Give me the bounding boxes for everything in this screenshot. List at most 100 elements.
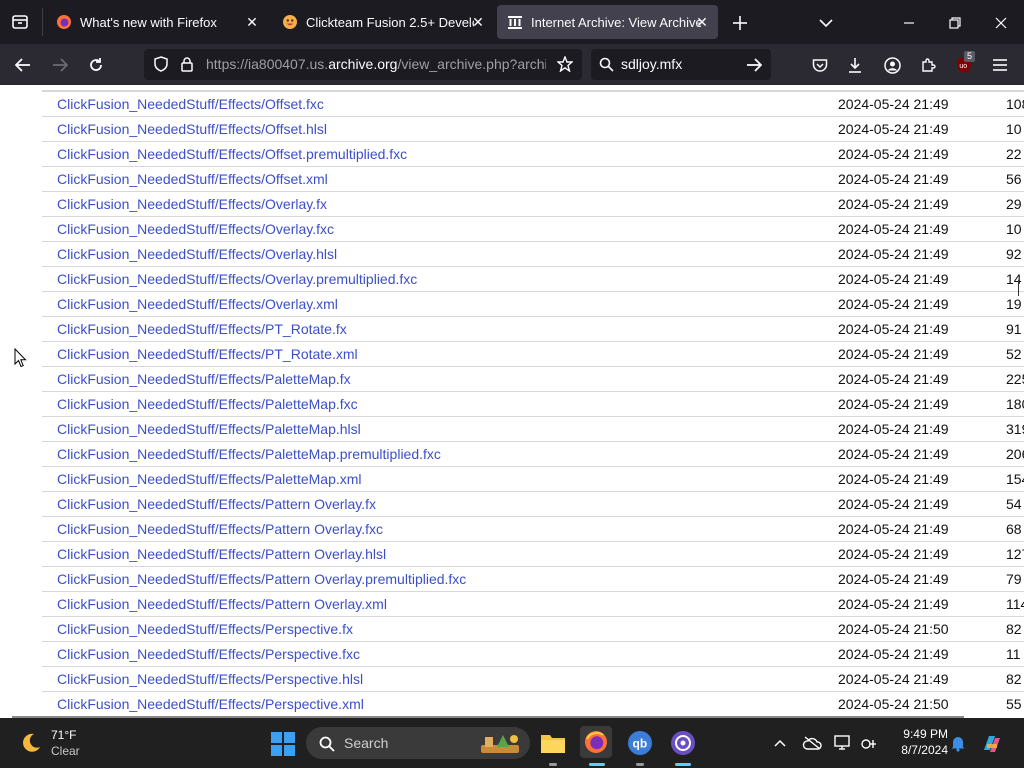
file-link[interactable]: ClickFusion_NeededStuff/Effects/Pattern … <box>57 546 386 562</box>
file-link[interactable]: ClickFusion_NeededStuff/Effects/Offset.h… <box>57 121 327 137</box>
account-button[interactable] <box>879 52 905 78</box>
close-icon <box>995 17 1007 29</box>
display-icon[interactable] <box>832 732 854 754</box>
file-link[interactable]: ClickFusion_NeededStuff/Effects/PT_Rotat… <box>57 346 358 362</box>
file-link[interactable]: ClickFusion_NeededStuff/Effects/Pattern … <box>57 521 383 537</box>
file-link[interactable]: ClickFusion_NeededStuff/Effects/PaletteM… <box>57 396 358 412</box>
file-link[interactable]: ClickFusion_NeededStuff/Effects/Offset.p… <box>57 146 407 162</box>
file-size: 114 <box>1006 596 1024 612</box>
forward-button[interactable] <box>47 52 73 78</box>
list-all-tabs-button[interactable] <box>813 10 839 36</box>
search-input[interactable]: sdljoy.mfx <box>621 56 682 72</box>
tab-clickteam[interactable]: Clickteam Fusion 2.5+ Developer ✕ <box>272 5 494 39</box>
file-date: 2024-05-24 21:49 <box>838 196 949 212</box>
search-icon <box>318 735 336 753</box>
firefox-taskbar-button[interactable] <box>580 726 612 758</box>
firefox-favicon-icon <box>57 15 71 29</box>
ublock-origin-button[interactable]: uo 5 <box>951 51 977 78</box>
qbittorrent-taskbar-button[interactable]: qb <box>625 728 655 758</box>
url-bar[interactable]: https://ia800407.us.archive.org/view_arc… <box>144 49 582 80</box>
network-icon[interactable] <box>858 732 880 754</box>
copilot-button[interactable] <box>978 730 1006 758</box>
search-bar[interactable]: sdljoy.mfx <box>591 49 771 80</box>
table-row: ClickFusion_NeededStuff/Effects/Pattern … <box>42 566 1024 591</box>
firefox-view-button[interactable] <box>8 10 32 34</box>
archive-favicon-icon <box>508 16 522 29</box>
site-info-button[interactable] <box>176 53 198 75</box>
reload-button[interactable] <box>83 52 109 78</box>
close-tab-icon[interactable]: ✕ <box>692 12 712 32</box>
close-tab-icon[interactable]: ✕ <box>468 12 488 32</box>
file-size: 225 <box>1006 371 1024 387</box>
start-button[interactable] <box>270 731 296 757</box>
close-window-button[interactable] <box>988 10 1014 36</box>
app-menu-button[interactable] <box>987 52 1013 78</box>
table-row: ClickFusion_NeededStuff/Effects/Pattern … <box>42 591 1024 616</box>
file-link[interactable]: ClickFusion_NeededStuff/Effects/Overlay.… <box>57 296 338 312</box>
file-link[interactable]: ClickFusion_NeededStuff/Effects/Overlay.… <box>57 271 417 287</box>
table-row: ClickFusion_NeededStuff/Effects/Overlay.… <box>42 266 1024 291</box>
table-row: ClickFusion_NeededStuff/Effects/PaletteM… <box>42 366 1024 391</box>
minimize-button[interactable] <box>896 10 922 36</box>
file-link[interactable]: ClickFusion_NeededStuff/Effects/Offset.x… <box>57 171 328 187</box>
taskbar-search-box[interactable]: Search <box>306 727 530 759</box>
table-row: ClickFusion_NeededStuff/Effects/Overlay.… <box>42 191 1024 216</box>
file-link[interactable]: ClickFusion_NeededStuff/Effects/PaletteM… <box>57 371 351 387</box>
file-date: 2024-05-24 21:49 <box>838 321 949 337</box>
file-link[interactable]: ClickFusion_NeededStuff/Effects/Perspect… <box>57 621 353 637</box>
weather-temperature[interactable]: 71°F <box>51 728 76 742</box>
tab-title: Internet Archive: View Archive <box>531 14 701 30</box>
file-link[interactable]: ClickFusion_NeededStuff/Effects/Perspect… <box>57 696 364 712</box>
svg-text:qb: qb <box>633 737 648 751</box>
file-size: 14 <box>1006 271 1022 287</box>
file-link[interactable]: ClickFusion_NeededStuff/Effects/Perspect… <box>57 671 363 687</box>
windows-logo-icon <box>271 732 295 756</box>
tab-divider <box>42 8 43 36</box>
file-link[interactable]: ClickFusion_NeededStuff/Effects/Overlay.… <box>57 221 334 237</box>
file-link[interactable]: ClickFusion_NeededStuff/Effects/PaletteM… <box>57 471 362 487</box>
file-link[interactable]: ClickFusion_NeededStuff/Effects/PT_Rotat… <box>57 321 347 337</box>
file-date: 2024-05-24 21:49 <box>838 271 949 287</box>
file-link[interactable]: ClickFusion_NeededStuff/Effects/Pattern … <box>57 571 466 587</box>
downloads-button[interactable] <box>842 52 868 78</box>
back-button[interactable] <box>10 52 36 78</box>
file-link[interactable]: ClickFusion_NeededStuff/Effects/Overlay.… <box>57 196 327 212</box>
onedrive-icon[interactable] <box>800 732 824 754</box>
file-link[interactable]: ClickFusion_NeededStuff/Effects/PaletteM… <box>57 446 441 462</box>
system-clock[interactable]: 9:49 PM 8/7/2024 <box>878 726 948 758</box>
extensions-button[interactable] <box>915 52 941 78</box>
file-link[interactable]: ClickFusion_NeededStuff/Effects/Perspect… <box>57 646 360 662</box>
file-date: 2024-05-24 21:49 <box>838 371 949 387</box>
file-date: 2024-05-24 21:49 <box>838 546 949 562</box>
new-tab-button[interactable] <box>727 10 753 36</box>
file-link[interactable]: ClickFusion_NeededStuff/Effects/Offset.f… <box>57 96 324 112</box>
clickteam-fusion-taskbar-button[interactable] <box>668 728 698 758</box>
pocket-button[interactable] <box>807 52 833 78</box>
weather-condition[interactable]: Clear <box>51 744 80 758</box>
file-date: 2024-05-24 21:49 <box>838 346 949 362</box>
tab-whats-new[interactable]: What's new with Firefox ✕ <box>46 5 268 39</box>
file-link[interactable]: ClickFusion_NeededStuff/Effects/PaletteM… <box>57 421 361 437</box>
file-size: 19 <box>1006 296 1022 312</box>
archive-listing: ClickFusion_NeededStuff/Effects/Offset.f… <box>0 85 1024 718</box>
url-text[interactable]: https://ia800407.us.archive.org/view_arc… <box>206 56 546 72</box>
moon-weather-icon[interactable] <box>18 730 44 756</box>
restore-button[interactable] <box>942 10 968 36</box>
notifications-button[interactable] <box>947 732 969 754</box>
file-link[interactable]: ClickFusion_NeededStuff/Effects/Pattern … <box>57 596 387 612</box>
file-explorer-button[interactable] <box>538 728 568 758</box>
copilot-icon <box>984 736 1000 752</box>
close-tab-icon[interactable]: ✕ <box>242 12 262 32</box>
tab-internet-archive[interactable]: Internet Archive: View Archive ✕ <box>497 5 718 39</box>
firefox-logo-icon <box>585 731 607 753</box>
tracking-protection-button[interactable] <box>150 53 172 75</box>
show-hidden-icons-button[interactable] <box>770 732 790 754</box>
file-link[interactable]: ClickFusion_NeededStuff/Effects/Pattern … <box>57 496 376 512</box>
search-go-button[interactable] <box>743 54 765 76</box>
file-link[interactable]: ClickFusion_NeededStuff/Effects/Overlay.… <box>57 246 337 262</box>
arrow-left-icon <box>15 58 30 72</box>
table-row: ClickFusion_NeededStuff/Effects/Pattern … <box>42 491 1024 516</box>
chevron-down-icon <box>819 19 833 28</box>
arrow-right-icon <box>53 58 68 72</box>
bookmark-star-button[interactable] <box>554 53 576 75</box>
